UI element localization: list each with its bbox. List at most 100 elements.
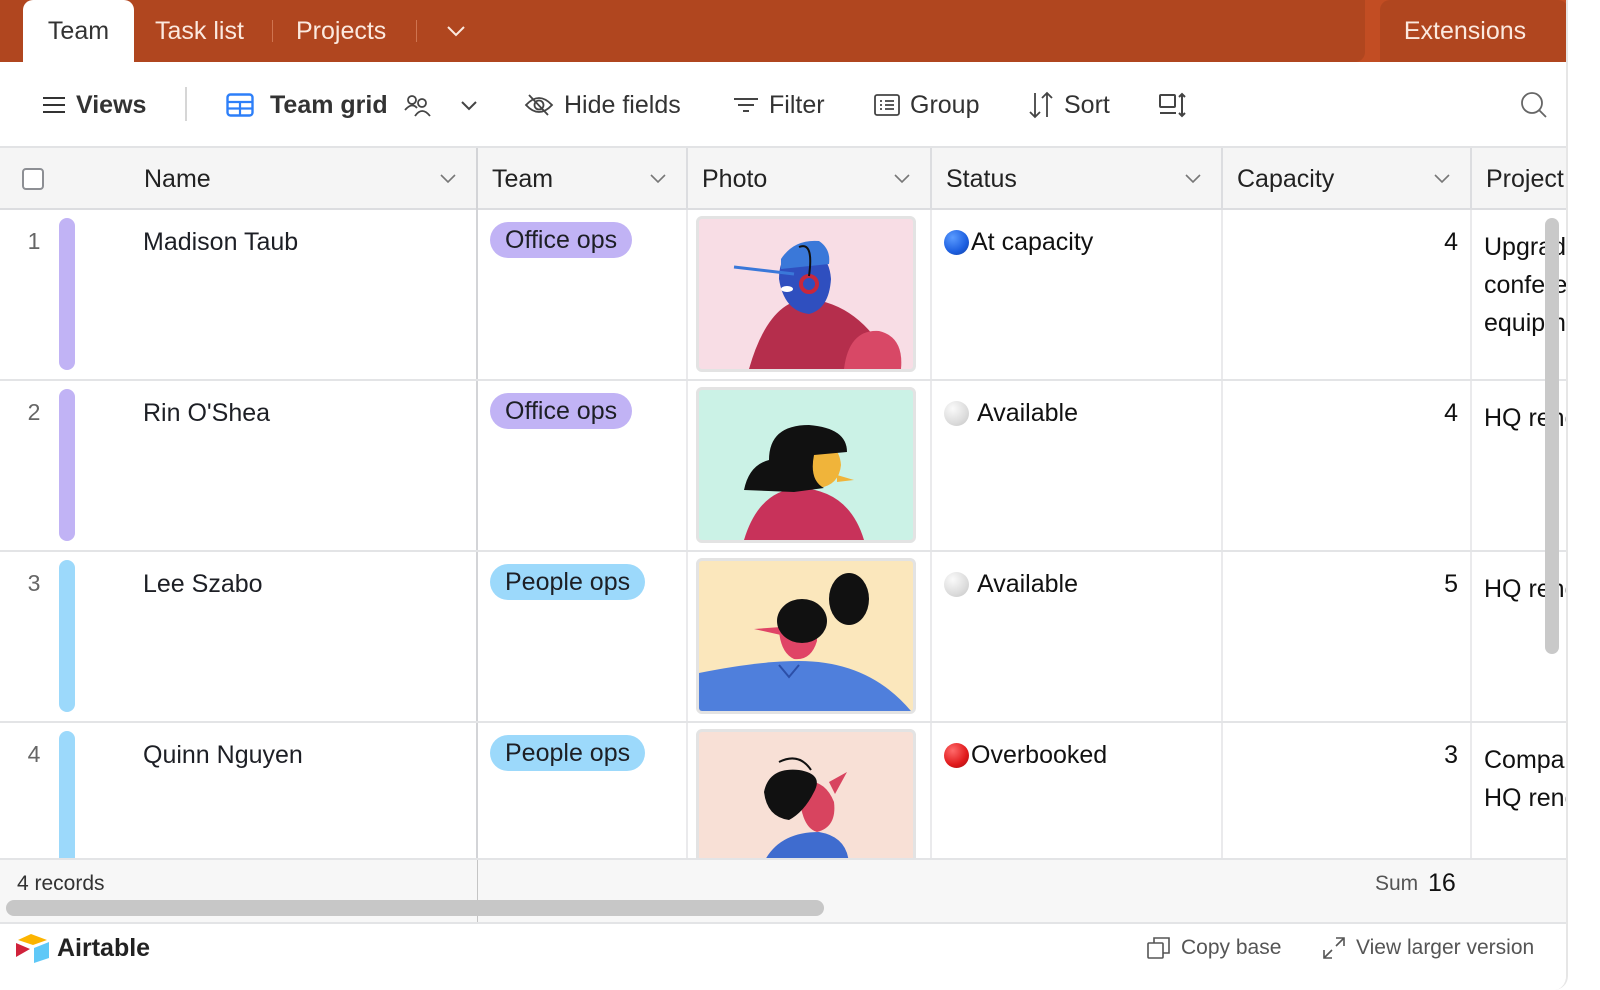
- project-cell[interactable]: Company HQ renovation: [1472, 723, 1566, 858]
- photo-thumbnail[interactable]: [696, 216, 916, 372]
- vertical-scrollbar[interactable]: [1545, 218, 1559, 654]
- record-count: 4 records: [17, 872, 105, 895]
- row-height-button[interactable]: [1158, 62, 1198, 148]
- person-illustration: [733, 240, 902, 369]
- capacity-cell[interactable]: 3: [1223, 723, 1472, 858]
- name-value: Madison Taub: [143, 228, 299, 256]
- status-cell[interactable]: Available: [932, 552, 1223, 721]
- column-header-row: Name Team Photo Status Capacity Project: [0, 148, 1566, 210]
- filter-icon: [734, 98, 758, 112]
- photo-thumbnail[interactable]: [696, 387, 916, 543]
- team-cell[interactable]: People ops: [478, 723, 688, 858]
- status-value: Available: [944, 399, 1078, 428]
- photo-cell[interactable]: [688, 723, 932, 858]
- name-value: Lee Szabo: [143, 570, 263, 598]
- horizontal-scrollbar[interactable]: [6, 900, 824, 916]
- person-illustration: [764, 757, 849, 858]
- sort-arrows-icon: [1029, 91, 1053, 119]
- tab-team[interactable]: Team: [23, 0, 134, 62]
- status-cell[interactable]: At capacity: [932, 210, 1223, 379]
- project-value: Company HQ renovation: [1484, 746, 1566, 812]
- name-value: Quinn Nguyen: [143, 741, 303, 769]
- group-icon: [874, 94, 900, 116]
- capacity-cell[interactable]: 4: [1223, 210, 1472, 379]
- table-row[interactable]: 3 Lee Szabo People ops Available 5 HQ: [0, 552, 1566, 723]
- group-button[interactable]: Group: [874, 62, 979, 148]
- collaborative-view-icon: [403, 95, 431, 117]
- view-toolbar: Views Team grid Hide fields Filter Group…: [0, 62, 1566, 148]
- chevron-down-icon[interactable]: [1432, 168, 1452, 188]
- row-color-bar: [59, 731, 75, 858]
- name-value: Rin O'Shea: [143, 399, 271, 427]
- photo-cell[interactable]: [688, 552, 932, 721]
- tab-task-list[interactable]: Task list: [155, 0, 244, 62]
- team-pill: People ops: [490, 564, 646, 600]
- photo-cell[interactable]: [688, 381, 932, 550]
- chevron-down-icon[interactable]: [892, 168, 912, 188]
- capacity-value: 4: [1444, 399, 1458, 427]
- tab-divider: [272, 20, 273, 42]
- column-header-team[interactable]: Team: [478, 148, 688, 210]
- status-cell[interactable]: Overbooked: [932, 723, 1223, 858]
- eye-slash-icon: [524, 94, 554, 116]
- chevron-down-icon[interactable]: [443, 18, 469, 44]
- column-header-photo[interactable]: Photo: [688, 148, 932, 210]
- sum-value: 16: [1428, 869, 1456, 897]
- white-circle-icon: [944, 572, 969, 597]
- white-circle-icon: [944, 401, 969, 426]
- row-color-bar: [59, 218, 75, 370]
- row-number: 2: [27, 399, 41, 425]
- red-circle-icon: [944, 743, 969, 768]
- view-larger-button[interactable]: View larger version: [1322, 924, 1534, 972]
- table-row[interactable]: 1 Madison Taub Office ops At capacity 4 …: [0, 210, 1566, 381]
- airtable-logo-icon: [16, 934, 49, 963]
- photo-thumbnail[interactable]: [696, 558, 916, 714]
- team-cell[interactable]: People ops: [478, 552, 688, 721]
- table-row[interactable]: 2 Rin O'Shea Office ops Available 4 HQ: [0, 381, 1566, 552]
- status-cell[interactable]: Available: [932, 381, 1223, 550]
- chevron-down-icon[interactable]: [438, 168, 458, 188]
- person-illustration: [744, 425, 864, 540]
- chevron-down-icon: [460, 101, 477, 111]
- column-header-status[interactable]: Status: [932, 148, 1223, 210]
- row-height-icon: [1159, 92, 1186, 118]
- column-header-project[interactable]: Project: [1472, 148, 1566, 210]
- team-cell[interactable]: Office ops: [478, 210, 688, 379]
- chevron-down-icon[interactable]: [1183, 168, 1203, 188]
- expand-icon: [1323, 937, 1345, 959]
- team-cell[interactable]: Office ops: [478, 381, 688, 550]
- search-icon: [1521, 92, 1547, 118]
- copy-base-button[interactable]: Copy base: [1147, 924, 1281, 972]
- column-header-capacity[interactable]: Capacity: [1223, 148, 1472, 210]
- airtable-logo[interactable]: Airtable: [15, 932, 150, 964]
- extensions-button[interactable]: Extensions: [1380, 0, 1550, 62]
- person-illustration: [699, 573, 911, 711]
- grid-view-icon: [226, 93, 254, 117]
- team-pill: People ops: [490, 735, 646, 771]
- copy-icon: [1147, 937, 1170, 959]
- photo-cell[interactable]: [688, 210, 932, 379]
- sort-button[interactable]: Sort: [1028, 62, 1110, 148]
- column-header-name[interactable]: Name: [130, 148, 478, 210]
- tab-projects[interactable]: Projects: [296, 0, 386, 62]
- search-button[interactable]: [1520, 62, 1558, 148]
- airtable-embed: Team Task list Projects Extensions Views…: [0, 0, 1568, 990]
- capacity-cell[interactable]: 5: [1223, 552, 1472, 721]
- status-value: Overbooked: [944, 741, 1107, 770]
- status-value: Available: [944, 570, 1078, 599]
- views-button[interactable]: Views: [42, 62, 146, 148]
- filter-button[interactable]: Filter: [733, 62, 825, 148]
- records-grid: Name Team Photo Status Capacity Project: [0, 148, 1566, 858]
- capacity-cell[interactable]: 4: [1223, 381, 1472, 550]
- hamburger-icon: [43, 97, 65, 113]
- toolbar-divider: [185, 87, 187, 121]
- view-switcher[interactable]: Team grid: [226, 62, 490, 148]
- hide-fields-button[interactable]: Hide fields: [524, 62, 681, 148]
- table-tab-bar: Team Task list Projects Extensions: [0, 0, 1566, 62]
- photo-thumbnail[interactable]: [696, 729, 916, 858]
- row-color-bar: [59, 560, 75, 712]
- chevron-down-icon[interactable]: [648, 168, 668, 188]
- select-all-checkbox[interactable]: [22, 168, 44, 190]
- table-row[interactable]: 4 Quinn Nguyen People ops Overbooked 3 C…: [0, 723, 1566, 858]
- sum-label[interactable]: Sum: [1375, 872, 1418, 896]
